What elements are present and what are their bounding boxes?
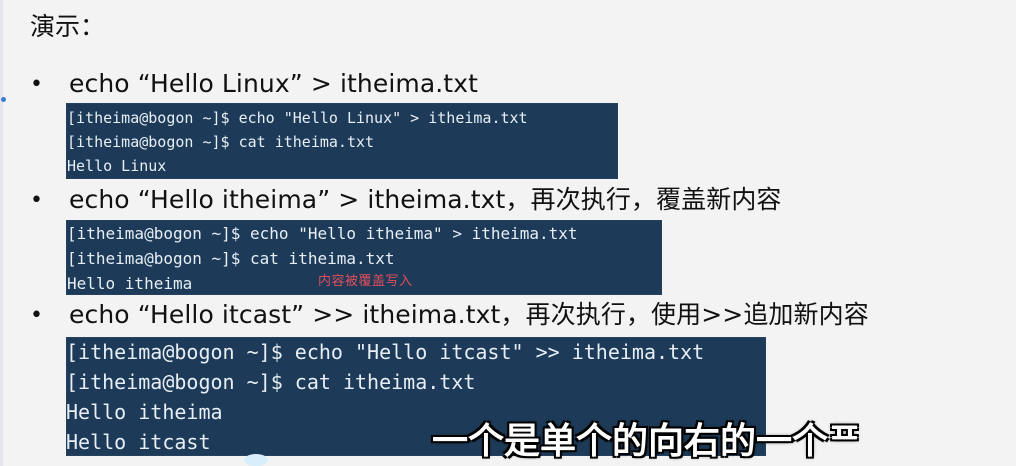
bullet-dot: • <box>30 303 43 328</box>
terminal-output-1: [itheima@bogon ~]$ echo "Hello Linux" > … <box>66 103 618 179</box>
video-subtitle: 一个是单个的向右的一个ᄑ <box>432 421 862 462</box>
terminal-line: [itheima@bogon ~]$ echo "Hello Linux" > … <box>67 109 528 127</box>
bullet-item-3: echo “Hello itcast” >> itheima.txt，再次执行，… <box>69 300 869 329</box>
terminal-line: Hello itheima <box>66 400 223 424</box>
terminal-line: [itheima@bogon ~]$ cat itheima.txt <box>67 133 375 151</box>
terminal-line: [itheima@bogon ~]$ echo "Hello itcast" >… <box>66 340 705 364</box>
terminal-output-2: [itheima@bogon ~]$ echo "Hello itheima" … <box>66 220 662 295</box>
left-accent-bar <box>0 0 3 466</box>
terminal-line: Hello itheima <box>67 274 193 293</box>
terminal-line: Hello Linux <box>67 157 167 175</box>
terminal-line: [itheima@bogon ~]$ cat itheima.txt <box>67 249 395 268</box>
bullet-dot: • <box>30 188 43 213</box>
cursor-highlight <box>244 454 268 466</box>
terminal-line: [itheima@bogon ~]$ cat itheima.txt <box>66 370 476 394</box>
page-title: 演示： <box>30 12 106 41</box>
left-marker-dot <box>1 97 6 102</box>
bullet-item-1: echo “Hello Linux” > itheima.txt <box>69 69 478 98</box>
overwrite-annotation: 内容被覆盖写入 <box>318 274 413 289</box>
bullet-item-2: echo “Hello itheima” > itheima.txt，再次执行，… <box>69 185 782 214</box>
bullet-dot: • <box>30 72 43 97</box>
terminal-line: Hello itcast <box>66 430 211 454</box>
terminal-line: [itheima@bogon ~]$ echo "Hello itheima" … <box>67 224 578 243</box>
